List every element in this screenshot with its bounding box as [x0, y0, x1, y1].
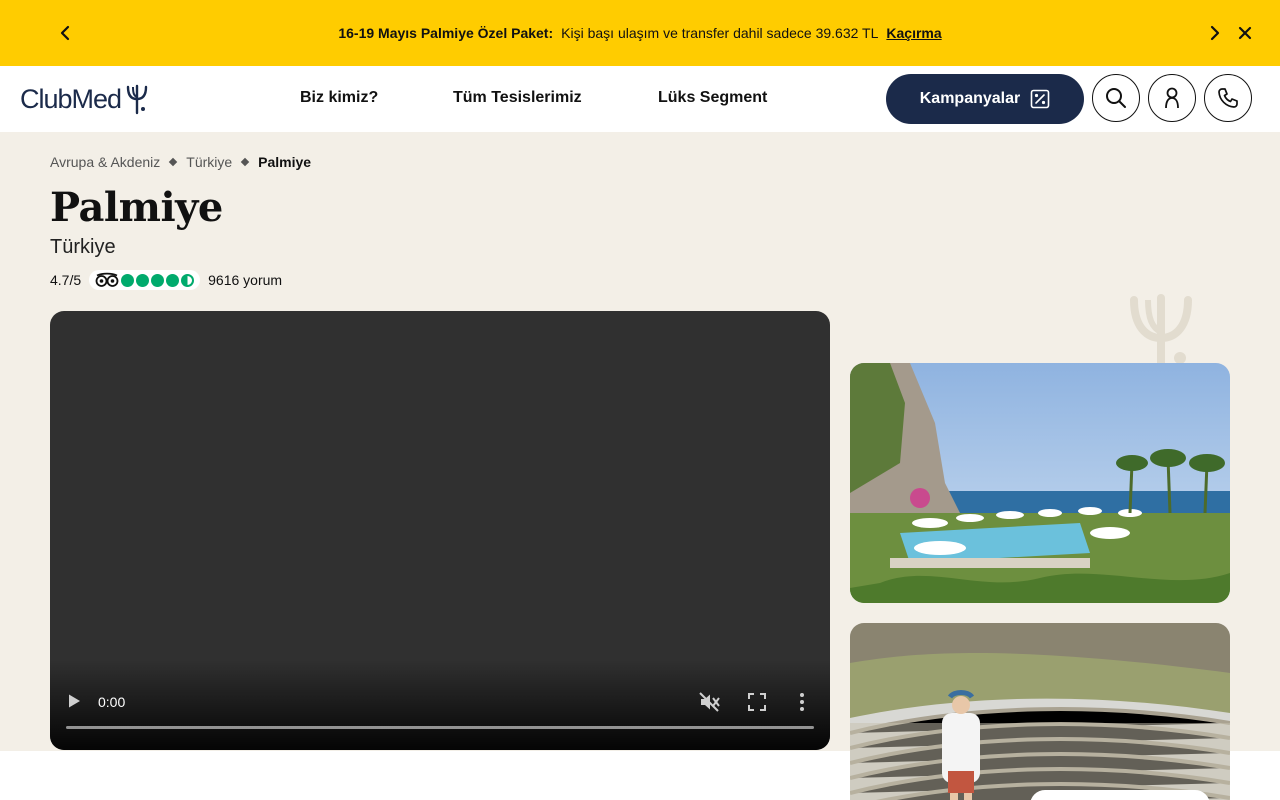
promo-body-text: Kişi başı ulaşım ve transfer dahil sadec… [561, 25, 879, 41]
page-title: Palmiye [50, 184, 223, 231]
nav-luks-segment[interactable]: Lüks Segment [658, 89, 767, 107]
play-icon[interactable] [66, 693, 82, 709]
nav-tum-tesislerimiz[interactable]: Tüm Tesislerimiz [453, 89, 582, 107]
promo-link[interactable]: Kaçırma [886, 25, 941, 41]
close-icon [1238, 26, 1252, 40]
trident-icon [126, 84, 148, 115]
breadcrumb-turkiye[interactable]: Türkiye [186, 154, 232, 170]
amphitheater-photo[interactable] [850, 623, 1230, 800]
video-time: 0:00 [98, 694, 126, 710]
rating-score: 4.7/5 [50, 272, 82, 288]
user-icon [1165, 87, 1179, 109]
clubmed-logo[interactable]: ClubMed [20, 82, 149, 116]
campaigns-button[interactable]: Kampanyalar [886, 74, 1084, 124]
percent-icon [1030, 89, 1050, 109]
phone-icon [1218, 88, 1238, 108]
account-button[interactable] [1148, 74, 1196, 122]
resort-pool-photo[interactable] [850, 363, 1230, 603]
search-icon [1106, 88, 1126, 108]
breadcrumb-separator [169, 157, 178, 167]
tripadvisor-owl-icon [95, 272, 119, 287]
chevron-left-icon [60, 25, 70, 41]
nav-biz-kimiz[interactable]: Biz kimiz? [300, 89, 378, 107]
rating-bubble [166, 273, 180, 287]
phone-button[interactable] [1204, 74, 1252, 122]
logo-wordmark: ClubMed [20, 83, 122, 114]
page-subtitle: Türkiye [50, 236, 116, 258]
campaigns-label: Kampanyalar [919, 90, 1021, 107]
promo-banner: 16-19 Mayıs Palmiye Özel Paket: Kişi başı… [0, 0, 1280, 66]
promo-text: 16-19 Mayıs Palmiye Özel Paket: Kişi başı… [338, 25, 941, 41]
chevron-right-icon [1210, 25, 1220, 41]
search-button[interactable] [1092, 74, 1140, 122]
rating-bubble-half [181, 273, 195, 287]
more-vertical-icon[interactable] [796, 691, 808, 713]
breadcrumb-separator [240, 157, 250, 167]
tripadvisor-badge [89, 270, 201, 290]
promo-next-button[interactable] [1202, 20, 1228, 46]
site-header: ClubMed Biz kimiz? Tüm Tesislerimiz Lüks… [0, 66, 1280, 132]
rating-bubble [151, 273, 165, 287]
breadcrumb-palmiye: Palmiye [258, 154, 312, 170]
video-player[interactable]: 0:00 [50, 311, 830, 750]
photo-overlay-chip [1030, 790, 1210, 800]
promo-close-button[interactable] [1232, 20, 1258, 46]
promo-prev-button[interactable] [52, 20, 78, 46]
video-progress-bar[interactable] [66, 726, 814, 729]
promo-bold-text: 16-19 Mayıs Palmiye Özel Paket: [338, 25, 554, 41]
mute-icon[interactable] [698, 691, 720, 713]
rating-bubble [136, 273, 150, 287]
breadcrumb-avrupa-akdeniz[interactable]: Avrupa & Akdeniz [50, 154, 160, 170]
breadcrumb: Avrupa & Akdeniz Türkiye Palmiye [50, 154, 311, 170]
rating-bubble [121, 273, 135, 287]
reviews-link[interactable]: 9616 yorum [208, 272, 282, 288]
rating-row: 4.7/5 9616 yorum [50, 270, 282, 290]
fullscreen-icon[interactable] [748, 693, 766, 711]
